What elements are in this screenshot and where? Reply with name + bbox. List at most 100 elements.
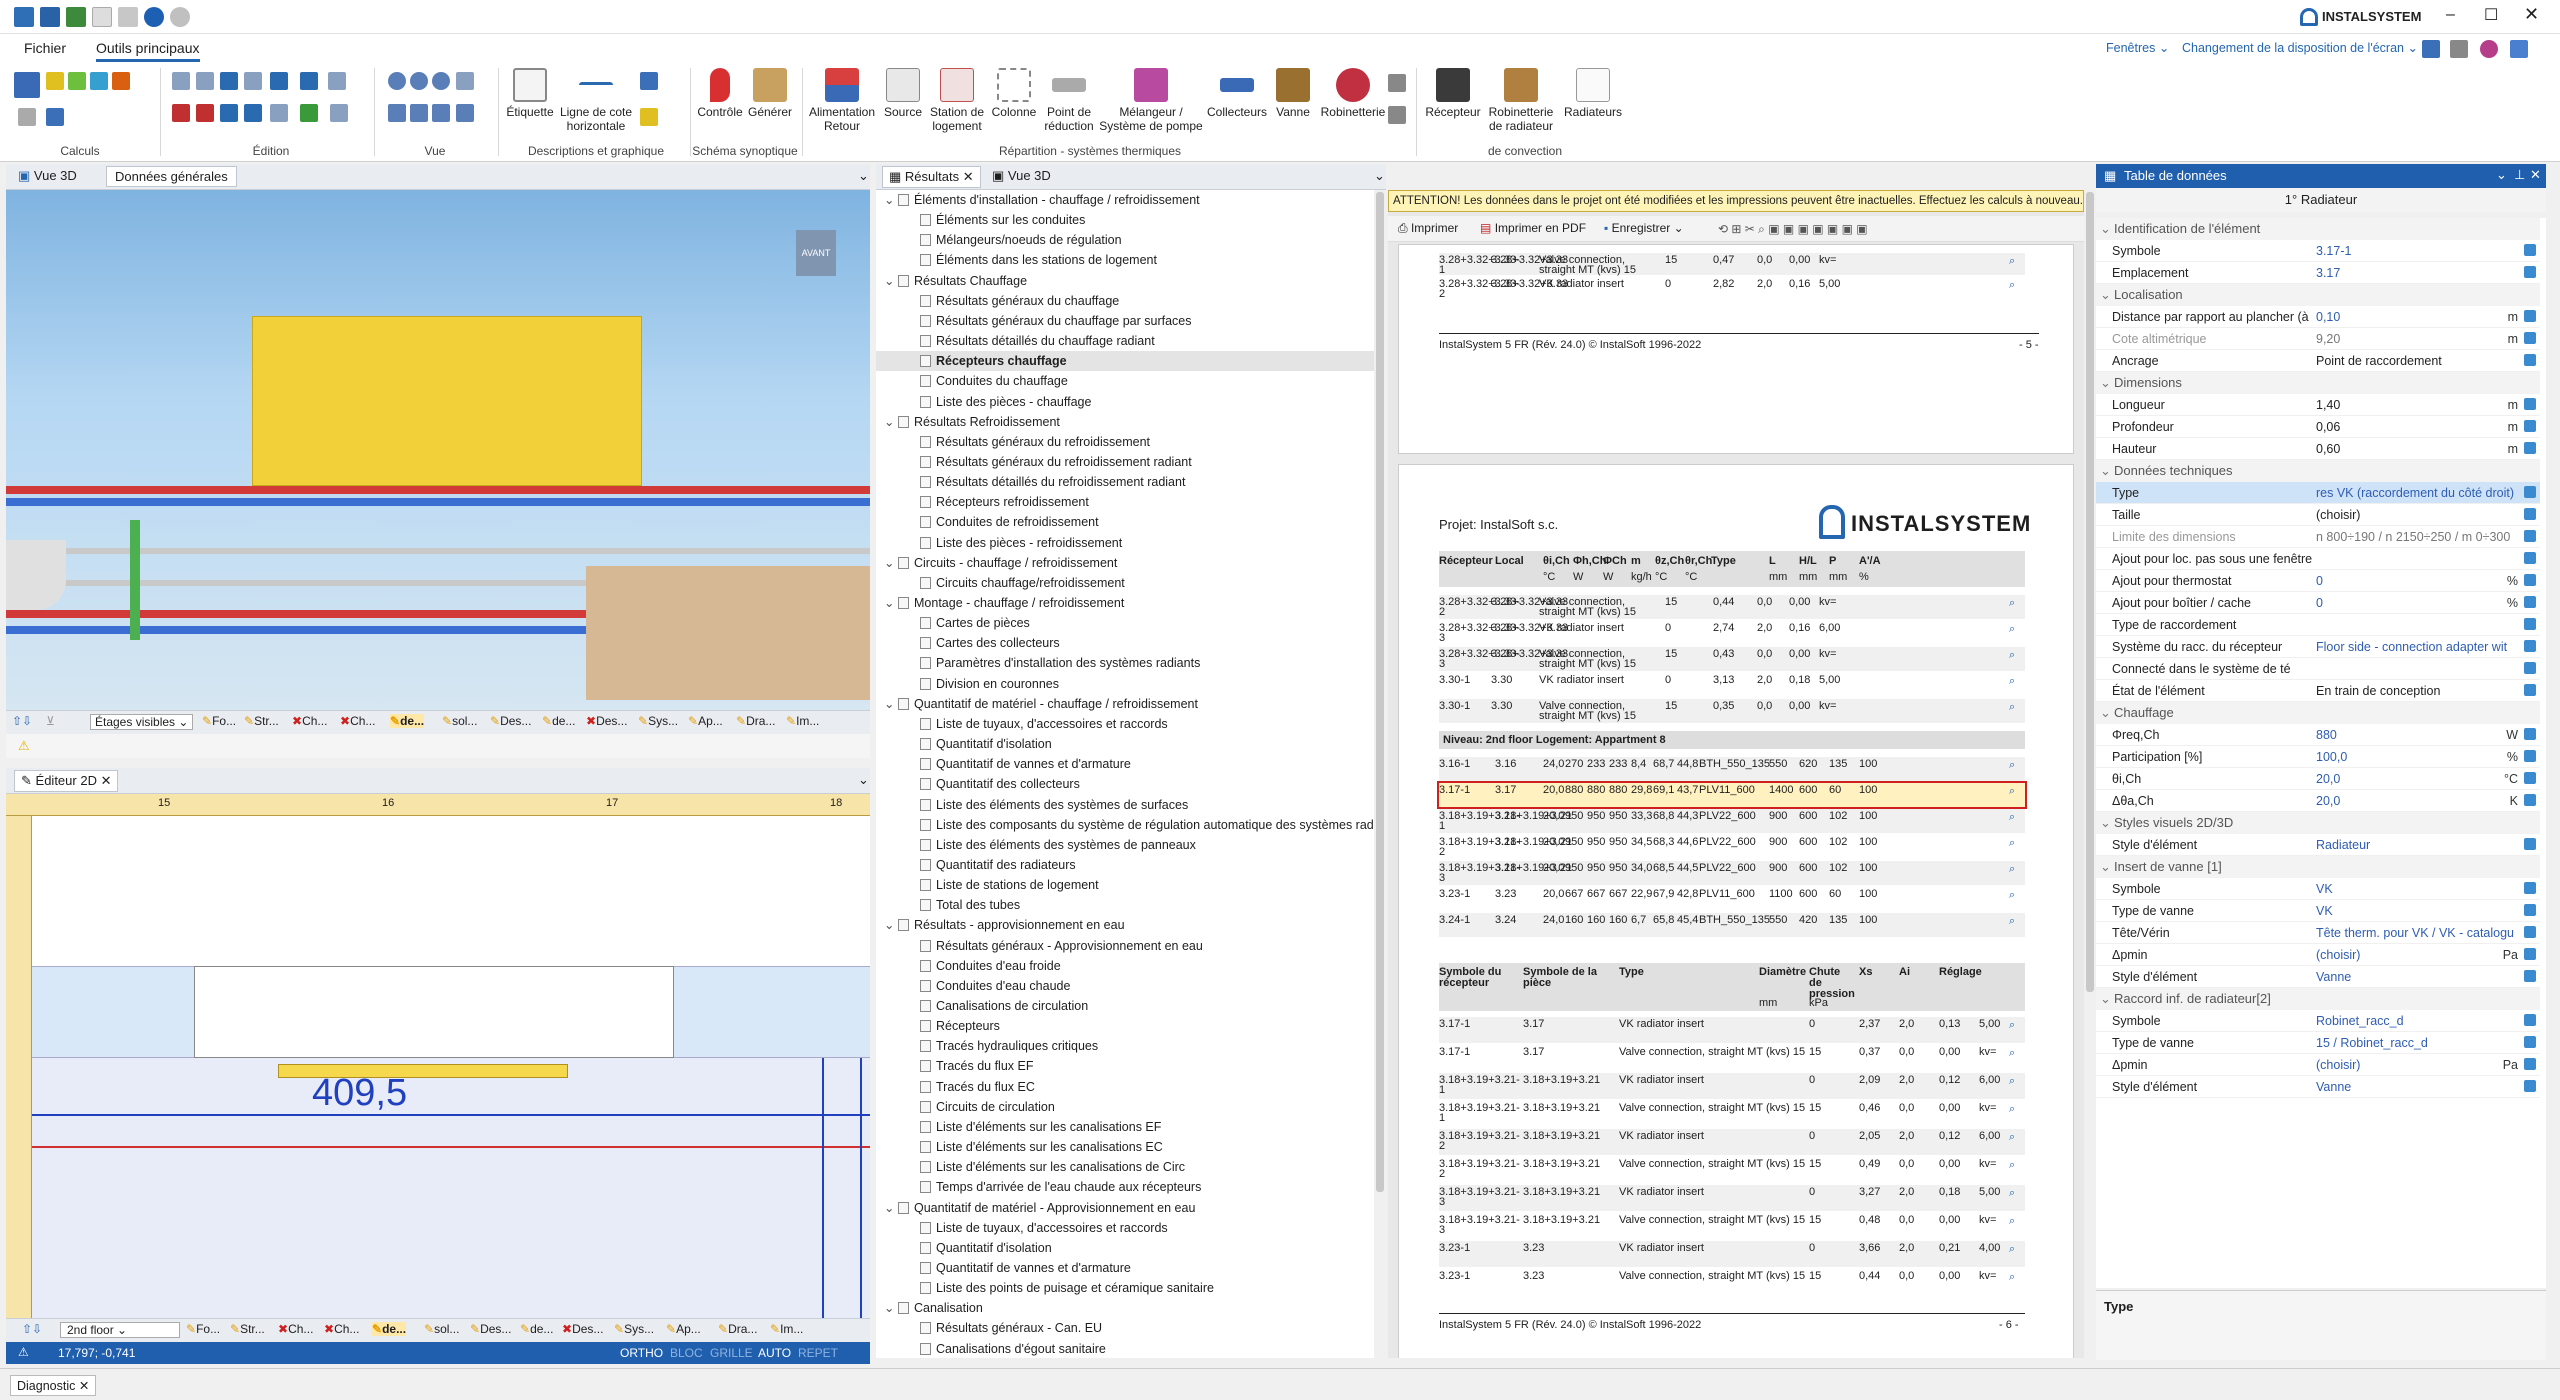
property-category[interactable]: ⌄ Identification de l'élément (2096, 218, 2540, 240)
property-row[interactable]: Ajout pour loc. pas sous une fenêtre (2096, 548, 2540, 570)
property-row[interactable]: Ajout pour boîtier / cache 0% (2096, 592, 2540, 614)
tree-item[interactable]: Tracés du flux EF (876, 1056, 1374, 1076)
edit-tool-icon[interactable] (244, 104, 262, 122)
mode-auto[interactable]: AUTO (758, 1346, 791, 1360)
zoom-icon[interactable]: ⌕ (2009, 1019, 2015, 1032)
delete-icon[interactable] (196, 104, 214, 122)
property-row[interactable]: Tête/Vérin Tête therm. pour VK / VK - cat… (2096, 922, 2540, 944)
zoom-icon[interactable]: ⌕ (2009, 1075, 2015, 1088)
property-value[interactable]: Tête therm. pour VK / VK - catalogu (2316, 922, 2516, 944)
chevron-down-icon[interactable]: ⌄ (884, 1298, 894, 1318)
floor-dropdown[interactable]: 2nd floor ⌄ (60, 1322, 180, 1338)
layer-tab[interactable]: ✖Ch... (324, 1322, 359, 1336)
property-row[interactable]: Symbole VK (2096, 878, 2540, 900)
tree-item[interactable]: ⌄ Quantitatif de matériel - chauffage / r… (876, 694, 1374, 714)
report-scrollbar[interactable] (2084, 190, 2096, 1358)
zoom-icon[interactable]: ⌕ (2009, 597, 2015, 610)
property-value[interactable]: 20,0 (2316, 768, 2516, 790)
recepteur-button[interactable]: Récepteur (1420, 68, 1486, 119)
chevron-down-icon[interactable]: ⌄ (2496, 167, 2507, 183)
link-icon[interactable] (2524, 574, 2536, 586)
property-category[interactable]: ⌄ Chauffage (2096, 702, 2540, 724)
link-icon[interactable] (2524, 640, 2536, 652)
tree-item[interactable]: Tracés du flux EC (876, 1077, 1374, 1097)
zoom-icon[interactable]: ⌕ (2009, 1215, 2015, 1228)
tree-item[interactable]: Liste des éléments des systèmes de panne… (876, 835, 1374, 855)
tree-item[interactable]: Circuits de circulation (876, 1097, 1374, 1117)
tree-scrollbar[interactable] (1374, 190, 1386, 1358)
edit-tool-icon[interactable] (244, 72, 262, 90)
tree-item[interactable]: ⌄ Résultats Chauffage (876, 271, 1374, 291)
tree-item[interactable]: Résultats généraux - Approvisionnement e… (876, 936, 1374, 956)
chevron-down-icon[interactable]: ⌄ (2100, 702, 2111, 724)
text-icon[interactable] (640, 72, 658, 90)
zoom-icon[interactable]: ⌕ (2009, 759, 2015, 772)
ligne-cote-button[interactable]: Ligne de cote horizontale (558, 68, 634, 133)
print-icon[interactable] (118, 7, 138, 27)
tree-item[interactable]: Résultats généraux - Can. EU (876, 1318, 1374, 1338)
property-row[interactable]: Type de raccordement (2096, 614, 2540, 636)
property-row[interactable]: Ancrage Point de raccordement (2096, 350, 2540, 372)
chevron-down-icon[interactable]: ⌄ (2100, 218, 2111, 240)
link-icon[interactable] (2524, 728, 2536, 740)
layer-tab[interactable]: ✖Ch... (292, 714, 327, 728)
property-row[interactable]: Style d'élément Vanne (2096, 1076, 2540, 1098)
warning-icon[interactable]: ⚠ (18, 1345, 29, 1359)
tree-item[interactable]: Résultats généraux du chauffage (876, 291, 1374, 311)
zoom-icon[interactable] (432, 72, 450, 90)
layer-tab[interactable]: ✎Str... (230, 1322, 265, 1336)
tree-item[interactable]: Liste des éléments des systèmes de surfa… (876, 795, 1374, 815)
link-icon[interactable] (2524, 750, 2536, 762)
link-icon[interactable] (2524, 882, 2536, 894)
property-row[interactable]: Symbole Robinet_racc_d (2096, 1010, 2540, 1032)
zoom-icon[interactable]: ⌕ (2009, 675, 2015, 688)
zoom-icon[interactable]: ⌕ (2009, 649, 2015, 662)
property-value[interactable]: 880 (2316, 724, 2516, 746)
tree-item[interactable]: Liste d'éléments sur les canalisations d… (876, 1157, 1374, 1177)
property-row[interactable]: Longueur 1,40 m (2096, 394, 2540, 416)
layer-tab[interactable]: ✎Im... (786, 714, 819, 728)
save-button[interactable]: ▪ Enregistrer ⌄ (1604, 221, 1684, 235)
link-icon[interactable] (2524, 486, 2536, 498)
mode-grille[interactable]: GRILLE (710, 1346, 753, 1360)
warning-icon[interactable]: ⚠ (18, 738, 30, 754)
chevron-down-icon[interactable]: ⌄ (2100, 372, 2111, 394)
link-icon[interactable] (2524, 904, 2536, 916)
property-value[interactable]: n 800÷190 / n 2150÷250 / m 0÷300 (2316, 526, 2516, 548)
property-row[interactable]: Type de vanne VK (2096, 900, 2540, 922)
layer-tab[interactable]: ✎Des... (470, 1322, 511, 1336)
layer-tab[interactable]: ✎Fo... (202, 714, 236, 728)
calc-option-icon[interactable] (90, 72, 108, 90)
report-tool-icons[interactable]: ⟲ ⊞ ✂ ⌕ ▣ ▣ ▣ ▣ ▣ ▣ ▣ (1718, 222, 1868, 237)
tree-item[interactable]: Quantitatif de vannes et d'armature (876, 1258, 1374, 1278)
chevron-down-icon[interactable]: ⌄ (854, 772, 873, 788)
property-value[interactable]: 0 (2316, 592, 2516, 614)
layer-tab[interactable]: ✎Des... (490, 714, 531, 728)
property-row[interactable]: Style d'élément Radiateur (2096, 834, 2540, 856)
controle-button[interactable]: Contrôle (694, 68, 746, 119)
property-value[interactable]: En train de conception (2316, 680, 2516, 702)
tree-item[interactable]: Conduites du chauffage (876, 371, 1374, 391)
property-value[interactable]: 1,40 (2316, 394, 2516, 416)
property-value[interactable]: res VK (raccordement du côté droit) (2316, 482, 2516, 504)
property-value[interactable]: 100,0 (2316, 746, 2516, 768)
edit-tool-icon[interactable] (300, 104, 318, 122)
menu-fichier[interactable]: Fichier (24, 40, 66, 56)
layer-tab[interactable]: ✎Ap... (666, 1322, 701, 1336)
property-category[interactable]: ⌄ Localisation (2096, 284, 2540, 306)
link-icon[interactable] (2524, 398, 2536, 410)
chevron-down-icon[interactable]: ⌄ (2100, 812, 2111, 834)
property-value[interactable]: VK (2316, 900, 2516, 922)
delete-icon[interactable] (172, 104, 190, 122)
layer-tab[interactable]: ✖Des... (586, 714, 627, 728)
layer-tab[interactable]: ✖Des... (562, 1322, 603, 1336)
pin-icon[interactable]: ⊥ (2514, 167, 2525, 183)
tree-item[interactable]: Récepteurs refroidissement (876, 492, 1374, 512)
property-row[interactable]: Ajout pour thermostat 0% (2096, 570, 2540, 592)
property-row[interactable]: Limite des dimensions n 800÷190 / n 2150÷… (2096, 526, 2540, 548)
melangeur-button[interactable]: Mélangeur / Système de pompe (1098, 68, 1204, 133)
new-icon[interactable] (92, 7, 112, 27)
chevron-down-icon[interactable]: ⌄ (884, 412, 894, 432)
layer-tab[interactable]: ✎sol... (442, 714, 477, 728)
tree-item[interactable]: ⌄ Canalisation (876, 1298, 1374, 1318)
